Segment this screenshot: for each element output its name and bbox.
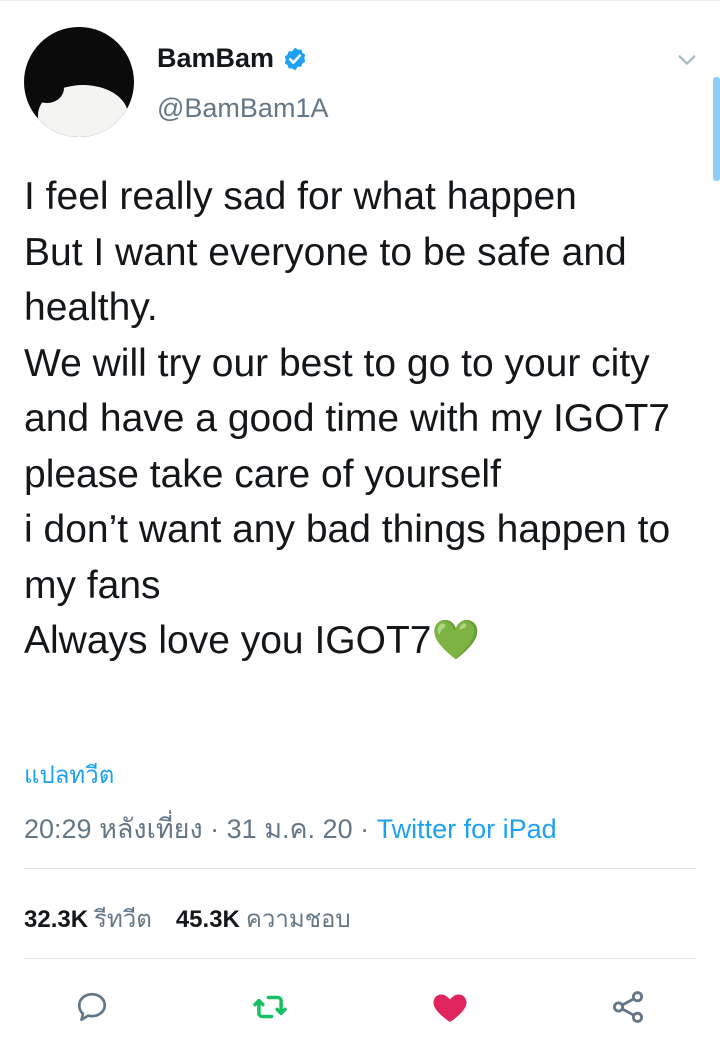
tweet-text: I feel really sad for what happen But I … <box>24 175 671 662</box>
like-stat[interactable]: 45.3K ความชอบ <box>176 899 351 938</box>
reply-button[interactable] <box>70 985 114 1029</box>
divider <box>24 868 696 869</box>
like-count: 45.3K <box>175 906 240 933</box>
meta-separator: · <box>210 814 220 844</box>
divider <box>24 958 696 959</box>
tweet-time: 20:29 หลังเที่ยง <box>24 814 203 844</box>
author-name-row: BamBam <box>157 43 308 74</box>
like-button[interactable] <box>428 985 472 1029</box>
meta-separator: · <box>360 814 370 844</box>
translate-tweet-link[interactable]: แปลทวีต <box>24 755 114 794</box>
author-display-name[interactable]: BamBam <box>157 43 274 74</box>
tweet-date: 31 ม.ค. 20 <box>226 814 353 844</box>
heart-icon <box>433 994 467 1022</box>
retweet-icon <box>253 995 287 1019</box>
avatar[interactable] <box>24 27 134 137</box>
avatar-photo-dark <box>30 73 64 103</box>
share-icon <box>612 991 644 1023</box>
verified-badge-icon <box>284 47 306 70</box>
retweet-label: รีทวีต <box>94 906 152 933</box>
scrollbar[interactable] <box>713 77 720 181</box>
tweet-detail: BamBam @BamBam1A I feel really sad for w… <box>0 0 720 1041</box>
like-label: ความชอบ <box>245 906 351 933</box>
tweet-meta: 20:29 หลังเที่ยง · 31 ม.ค. 20 · Twitter … <box>24 807 557 850</box>
author-handle[interactable]: @BamBam1A <box>157 93 328 124</box>
retweet-button[interactable] <box>248 985 292 1029</box>
chevron-down-icon[interactable] <box>676 49 698 71</box>
tweet-actions <box>0 985 720 1029</box>
reply-icon <box>77 992 107 1022</box>
retweet-count: 32.3K <box>24 906 89 933</box>
tweet-stats: 32.3K รีทวีต 45.3K ความชอบ <box>24 899 351 938</box>
share-button[interactable] <box>606 985 650 1029</box>
tweet-source-link[interactable]: Twitter for iPad <box>377 814 557 844</box>
retweet-stat[interactable]: 32.3K รีทวีต <box>24 899 152 938</box>
